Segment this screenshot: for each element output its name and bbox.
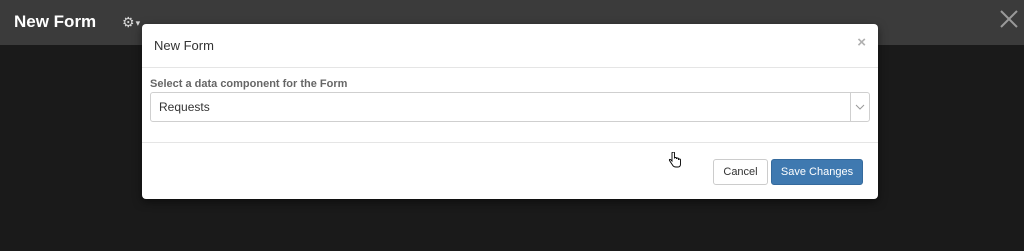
chevron-down-icon: ▾ — [135, 18, 141, 28]
save-changes-button[interactable]: Save Changes — [771, 159, 863, 185]
data-component-select[interactable]: Requests — [150, 92, 870, 122]
dialog-header: New Form × — [142, 24, 878, 68]
page-title: New Form — [14, 12, 97, 31]
dialog-title: New Form — [154, 38, 214, 53]
dialog-body: Select a data component for the Form Req… — [142, 68, 878, 142]
dialog-footer: Cancel Save Changes — [142, 142, 878, 200]
gear-icon: ⚙ — [122, 14, 135, 30]
close-icon[interactable] — [998, 8, 1020, 30]
hand-cursor-icon — [668, 151, 682, 168]
new-form-dialog: New Form × Select a data component for t… — [142, 24, 878, 199]
chevron-down-icon[interactable] — [850, 93, 869, 121]
dialog-close-button[interactable]: × — [857, 35, 866, 50]
cancel-button[interactable]: Cancel — [713, 159, 768, 185]
data-component-label: Select a data component for the Form — [150, 78, 348, 90]
select-value: Requests — [159, 100, 210, 114]
